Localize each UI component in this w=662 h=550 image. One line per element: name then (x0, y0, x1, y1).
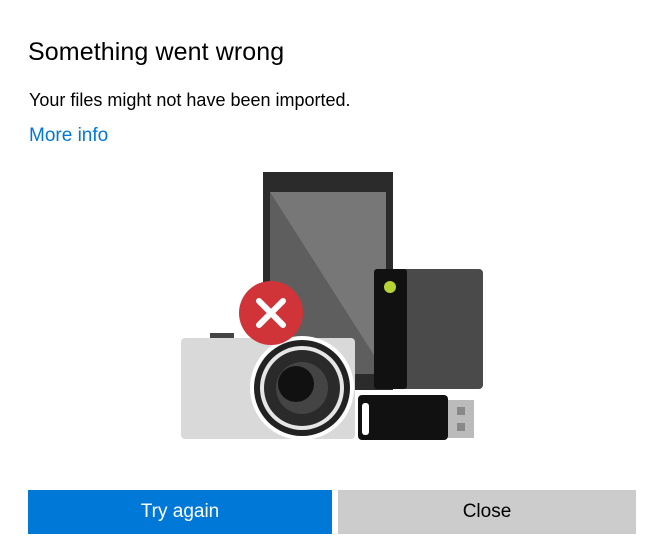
error-icon (239, 281, 303, 345)
tablet-icon (263, 172, 393, 390)
usb-drive-icon (358, 395, 474, 440)
more-info-link[interactable]: More info (29, 124, 108, 148)
external-drive-icon (374, 269, 483, 389)
error-message: Your files might not have been imported. (29, 90, 351, 110)
devices-illustration (181, 172, 483, 440)
error-dialog: Something went wrong Your files might no… (0, 0, 662, 550)
try-again-button[interactable]: Try again (28, 490, 332, 534)
camera-icon (181, 333, 355, 440)
dialog-title: Something went wrong (28, 38, 285, 66)
close-button[interactable]: Close (338, 490, 636, 534)
